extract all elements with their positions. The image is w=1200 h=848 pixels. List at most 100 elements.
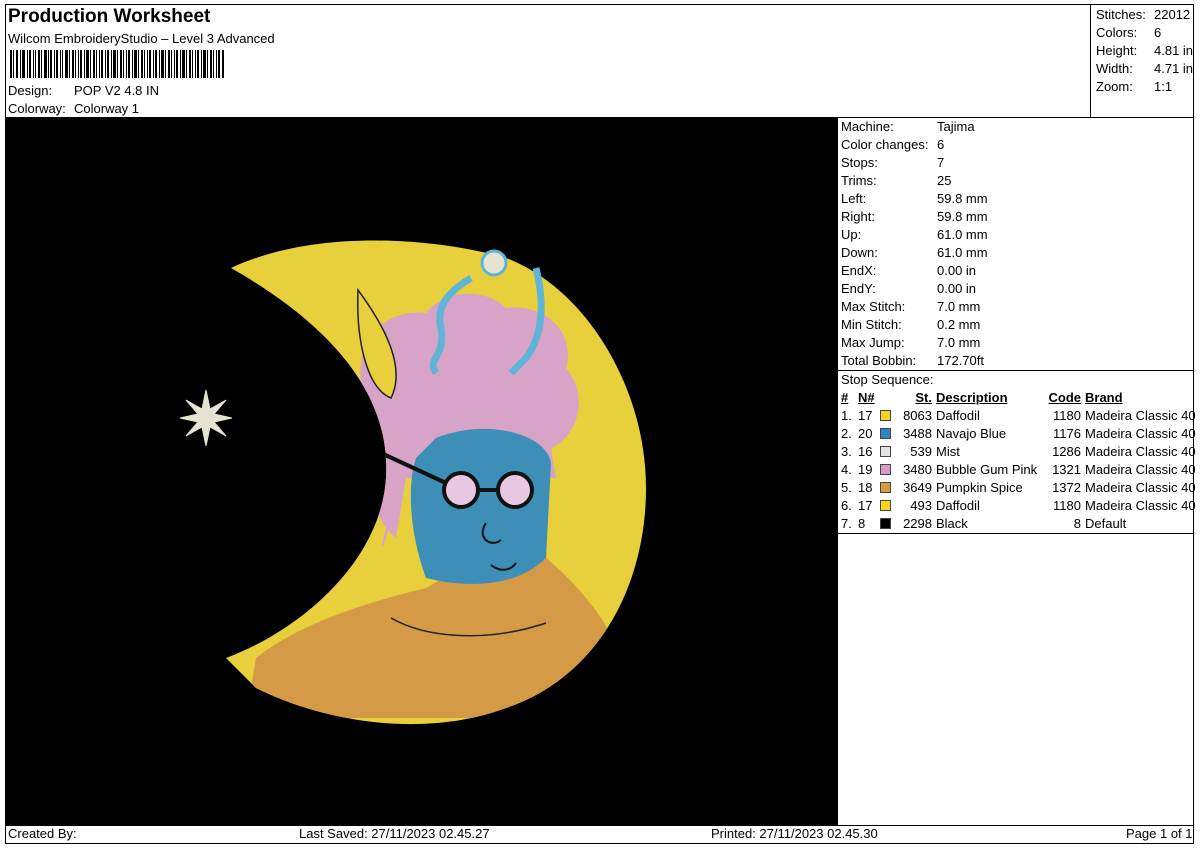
page-number: Page 1 of 1 <box>1126 826 1193 841</box>
table-row: 2. 20 3488 Navajo Blue 1176 Madeira Classic 4… <box>839 425 1196 443</box>
cell-stitches: 3649 <box>903 480 932 495</box>
info-row: Stops: 7 <box>841 155 945 170</box>
cell-code: 1176 <box>1053 426 1081 441</box>
cell-brand: Madeira Classic 40 <box>1085 408 1196 423</box>
cell-num: 1. <box>841 408 852 423</box>
face <box>410 428 551 584</box>
colorway-label: Colorway: <box>8 101 66 116</box>
cell-stitches: 2298 <box>903 516 932 531</box>
col-stitches: St. <box>915 390 932 405</box>
color-swatch-icon <box>880 464 891 475</box>
cell-description: Navajo Blue <box>936 426 1007 441</box>
cell-brand: Default <box>1085 516 1127 531</box>
cell-code: 1180 <box>1053 408 1081 423</box>
design-row: Design: POP V2 4.8 IN <box>8 83 159 98</box>
col-code: Code <box>1048 390 1082 405</box>
stop-sequence-table: # N# St. Description Code Brand 1. 17 8063… <box>839 389 1196 533</box>
summary-row: Stitches: 22012 <box>1096 7 1191 22</box>
info-row: Machine: Tajima <box>841 119 975 134</box>
color-swatch <box>880 425 894 443</box>
software-name: Wilcom EmbroideryStudio – Level 3 Advanc… <box>8 31 275 46</box>
info-row: Left: 59.8 mm <box>841 191 988 206</box>
cell-brand: Madeira Classic 40 <box>1085 498 1196 513</box>
color-swatch <box>880 497 894 515</box>
cell-needle: 8 <box>858 516 866 531</box>
col-brand: Brand <box>1085 390 1123 405</box>
info-row: Trims: 25 <box>841 173 952 188</box>
cell-description: Daffodil <box>936 408 980 423</box>
cell-needle: 16 <box>858 444 873 459</box>
cell-num: 3. <box>841 444 852 459</box>
color-swatch <box>880 443 894 461</box>
color-swatch <box>880 515 894 533</box>
barcode <box>10 50 224 78</box>
summary-row: Zoom: 1:1 <box>1096 79 1173 94</box>
cell-num: 6. <box>841 498 852 513</box>
summary-row: Width: 4.71 in <box>1096 61 1194 76</box>
colorway-value: Colorway 1 <box>74 101 140 116</box>
design-preview <box>6 118 837 825</box>
info-row: Max Jump: 7.0 mm <box>841 335 981 350</box>
cell-description: Bubble Gum Pink <box>936 462 1038 477</box>
colorway-row: Colorway: Colorway 1 <box>8 101 139 116</box>
cell-code: 8 <box>1073 516 1081 531</box>
cell-brand: Madeira Classic 40 <box>1085 480 1196 495</box>
page-title: Production Worksheet <box>8 6 211 27</box>
info-row: Down: 61.0 mm <box>841 245 988 260</box>
color-swatch-icon <box>880 482 891 493</box>
cell-num: 2. <box>841 426 852 441</box>
cell-needle: 17 <box>858 498 873 513</box>
col-needle: N# <box>858 390 875 405</box>
color-swatch <box>880 461 894 479</box>
color-swatch-icon <box>880 446 891 457</box>
cell-stitches: 493 <box>910 498 932 513</box>
cell-needle: 20 <box>858 426 873 441</box>
cell-description: Mist <box>936 444 960 459</box>
design-label: Design: <box>8 83 53 98</box>
antenna-ball <box>480 249 508 277</box>
cell-code: 1286 <box>1052 444 1081 459</box>
footer-divider <box>5 825 1194 826</box>
summary-row: Height: 4.81 in <box>1096 43 1194 58</box>
col-swatch <box>880 389 894 407</box>
cell-stitches: 539 <box>910 444 932 459</box>
col-description: Description <box>936 390 1008 405</box>
info-row: Min Stitch: 0.2 mm <box>841 317 981 332</box>
cell-description: Pumpkin Spice <box>936 480 1023 495</box>
last-saved: Last Saved: 27/11/2023 02.45.27 <box>299 826 490 841</box>
info-row: Up: 61.0 mm <box>841 227 988 242</box>
cell-needle: 19 <box>858 462 873 477</box>
cell-stitches: 8063 <box>903 408 932 423</box>
cell-needle: 18 <box>858 480 873 495</box>
table-row: 6. 17 493 Daffodil 1180 Madeira Classic 40 <box>839 497 1196 515</box>
created-by: Created By: <box>8 826 77 841</box>
table-row: 4. 19 3480 Bubble Gum Pink 1321 Madeira Class… <box>839 461 1196 479</box>
cell-brand: Madeira Classic 40 <box>1085 444 1196 459</box>
color-swatch-icon <box>880 428 891 439</box>
info-row: EndY: 0.00 in <box>841 281 977 296</box>
machine-info: Machine: Tajima Color changes: 6 Stops: 7 T… <box>841 118 988 370</box>
color-swatch-icon <box>880 410 891 421</box>
stop-sequence-title: Stop Sequence: <box>841 372 934 387</box>
table-divider <box>837 533 1194 534</box>
cell-num: 4. <box>841 462 852 477</box>
cell-num: 7. <box>841 516 852 531</box>
info-divider <box>837 370 1194 371</box>
cell-description: Black <box>936 516 968 531</box>
cell-brand: Madeira Classic 40 <box>1085 462 1196 477</box>
cell-code: 1372 <box>1052 480 1081 495</box>
cell-stitches: 3480 <box>903 462 932 477</box>
embroidery-design <box>179 240 646 725</box>
summary-row: Colors: 6 <box>1096 25 1162 40</box>
panel-divider <box>837 117 838 825</box>
table-header-row: # N# St. Description Code Brand <box>839 389 1196 407</box>
col-num: # <box>841 390 849 405</box>
info-row: Max Stitch: 7.0 mm <box>841 299 981 314</box>
printed-date: Printed: 27/11/2023 02.45.30 <box>711 826 878 841</box>
cell-code: 1321 <box>1052 462 1081 477</box>
design-value: POP V2 4.8 IN <box>74 83 160 98</box>
color-swatch <box>880 407 894 425</box>
cell-code: 1180 <box>1053 498 1081 513</box>
summary-box: Stitches: 22012 Colors: 6 Height: 4.81 in W… <box>1090 4 1194 118</box>
info-row: Right: 59.8 mm <box>841 209 988 224</box>
